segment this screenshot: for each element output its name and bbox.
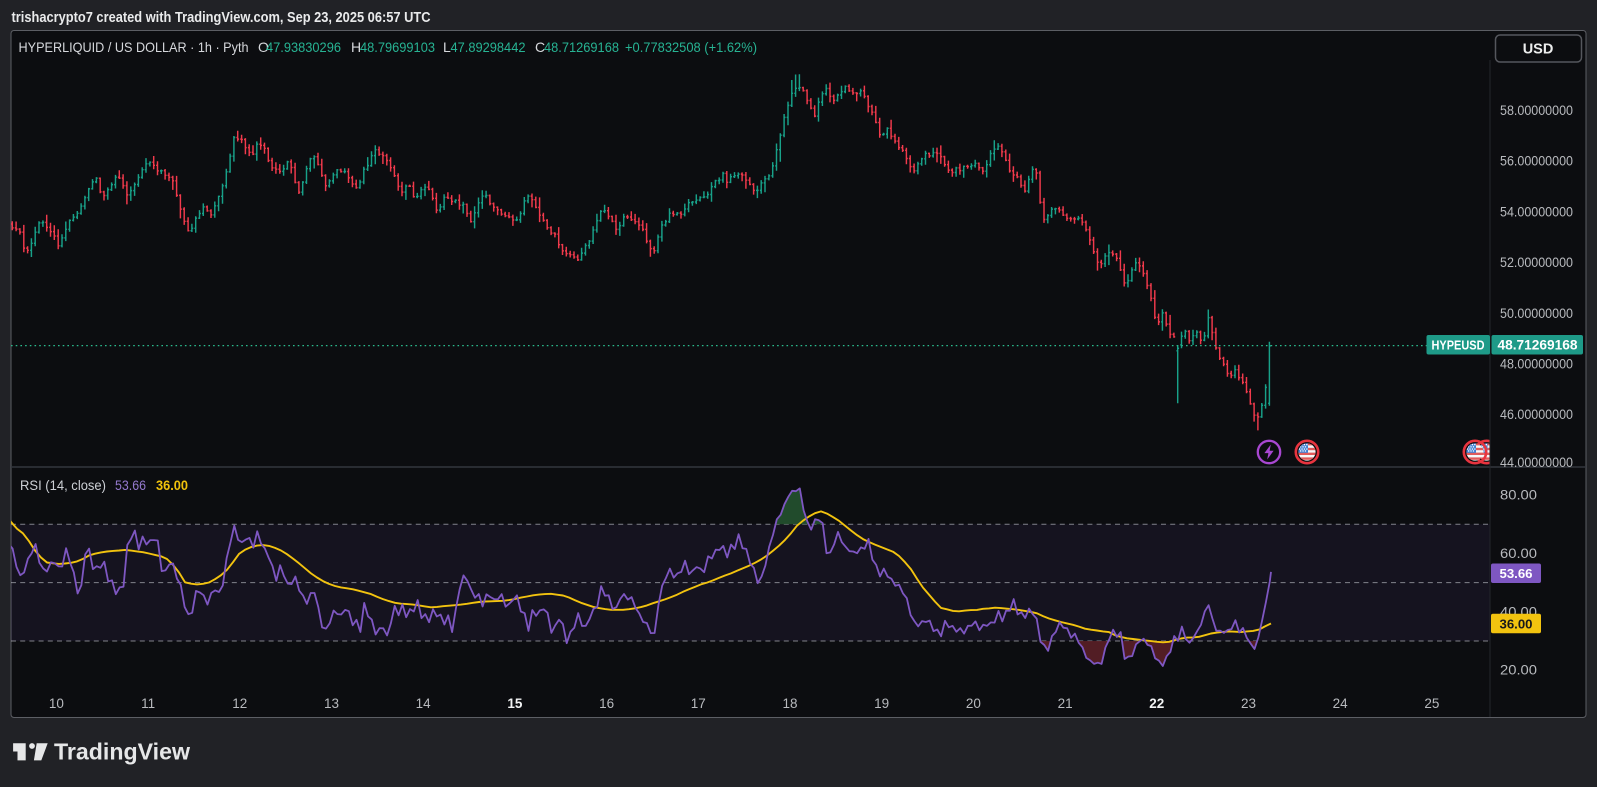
svg-text:20: 20 [966,696,981,711]
svg-text:44.00000000: 44.00000000 [1500,455,1573,470]
svg-text:53.66: 53.66 [1499,566,1532,581]
svg-text:16: 16 [599,696,614,711]
svg-text:12: 12 [232,696,247,711]
svg-text:13: 13 [324,696,339,711]
svg-text:48.00000000: 48.00000000 [1500,357,1573,372]
svg-text:USD: USD [1523,42,1554,58]
svg-text:54.00000000: 54.00000000 [1500,204,1573,219]
svg-text:22: 22 [1149,696,1164,711]
svg-text:15: 15 [507,696,523,711]
svg-text:trishacrypto7 created with Tra: trishacrypto7 created with TradingView.c… [12,10,431,26]
svg-text:HYPERLIQUID / US DOLLAR · 1h ·: HYPERLIQUID / US DOLLAR · 1h · Pyth [19,39,249,55]
svg-text:52.00000000: 52.00000000 [1500,255,1573,270]
svg-text:80.00: 80.00 [1500,488,1537,503]
svg-text:14: 14 [416,696,432,711]
svg-text:48.71269168: 48.71269168 [1498,338,1578,353]
svg-text:58.00000000: 58.00000000 [1500,103,1573,118]
svg-text:18: 18 [782,696,797,711]
svg-text:36.00: 36.00 [1499,616,1532,631]
svg-text:17: 17 [691,696,706,711]
svg-text:23: 23 [1241,696,1256,711]
svg-text:RSI (14, close): RSI (14, close) [20,478,106,493]
svg-text:HYPEUSD: HYPEUSD [1432,337,1485,352]
svg-text:48.79699103: 48.79699103 [360,39,435,55]
svg-text:21: 21 [1058,696,1073,711]
svg-text:46.00000000: 46.00000000 [1500,407,1573,422]
svg-text:24: 24 [1333,696,1349,711]
svg-text:TradingView: TradingView [54,739,191,765]
svg-text:60.00: 60.00 [1500,546,1537,561]
svg-text:10: 10 [49,696,64,711]
svg-text:20.00: 20.00 [1500,663,1537,678]
svg-text:+0.77832508 (+1.62%): +0.77832508 (+1.62%) [625,39,757,55]
svg-text:19: 19 [874,696,889,711]
svg-text:25: 25 [1424,696,1439,711]
svg-text:47.89298442: 47.89298442 [451,39,526,55]
svg-text:48.71269168: 48.71269168 [544,39,619,55]
svg-text:36.00: 36.00 [156,478,188,493]
svg-text:47.93830296: 47.93830296 [266,39,341,55]
svg-text:11: 11 [141,696,155,711]
svg-text:56.00000000: 56.00000000 [1500,154,1573,169]
svg-text:53.66: 53.66 [115,478,146,493]
svg-text:50.00000000: 50.00000000 [1500,306,1573,321]
